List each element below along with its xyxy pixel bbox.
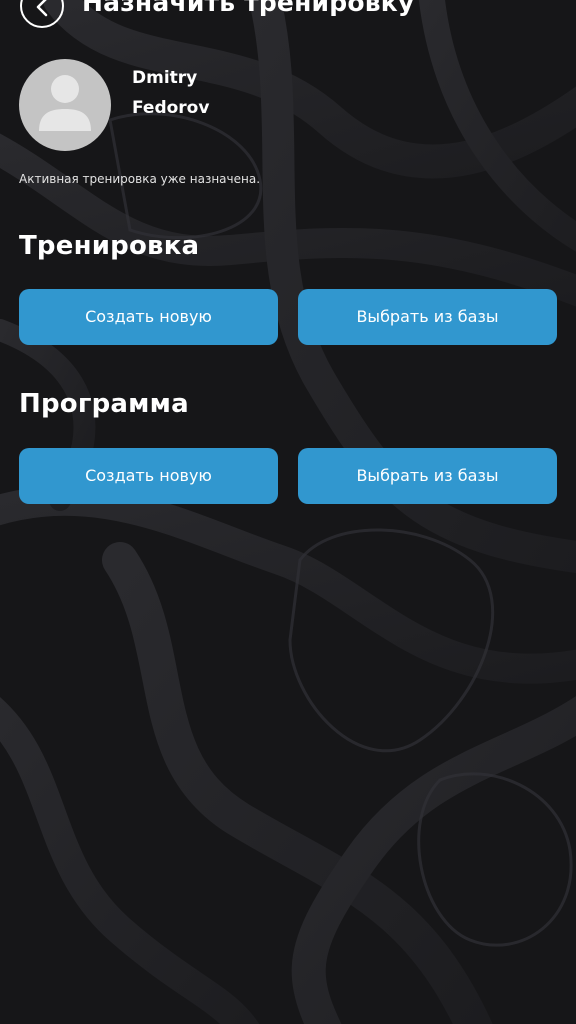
back-button[interactable]: [20, 0, 64, 28]
user-first-name: Dmitry: [132, 68, 198, 88]
user-last-name: Fedorov: [132, 98, 210, 118]
background-pattern: [0, 0, 576, 1024]
avatar: [19, 59, 111, 151]
app-header: Назначить тренировку: [0, 0, 576, 32]
program-section-title: Программа: [19, 389, 189, 419]
choose-workout-button[interactable]: Выбрать из базы: [298, 289, 557, 345]
user-placeholder-icon: [39, 75, 91, 131]
user-name: Dmitry Fedorov: [132, 63, 209, 123]
choose-program-button[interactable]: Выбрать из базы: [298, 448, 557, 504]
assign-workout-screen: Назначить тренировку Dmitry Fedorov Акти…: [0, 0, 576, 1024]
status-message: Активная тренировка уже назначена.: [19, 172, 261, 186]
create-workout-button[interactable]: Создать новую: [19, 289, 278, 345]
page-title: Назначить тренировку: [82, 0, 415, 17]
chevron-left-icon: [36, 0, 48, 17]
workout-section-title: Тренировка: [19, 231, 200, 261]
create-program-button[interactable]: Создать новую: [19, 448, 278, 504]
